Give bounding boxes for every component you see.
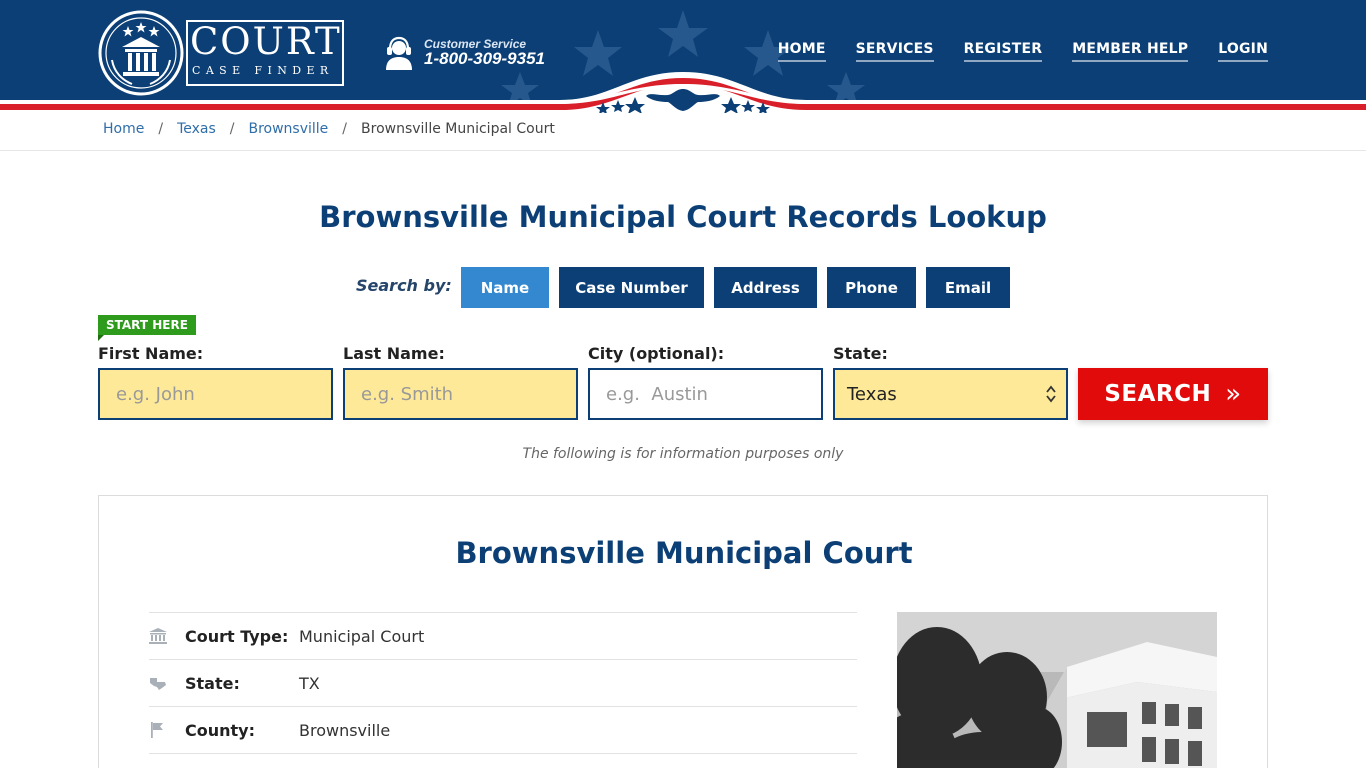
headset-icon (386, 36, 412, 70)
double-chevron-right-icon: » (1225, 379, 1242, 409)
tab-address[interactable]: Address (714, 267, 817, 308)
county-value: Brownsville (299, 720, 391, 740)
customer-service-phone[interactable]: 1-800-309-9351 (424, 49, 545, 69)
courthouse-icon (149, 628, 167, 644)
court-type-value: Municipal Court (299, 626, 425, 646)
court-building-photo (897, 612, 1217, 768)
court-details: Court Type: Municipal Court State: TX Co… (149, 612, 857, 754)
main-nav: HOME SERVICES REGISTER MEMBER HELP LOGIN (777, 41, 1268, 62)
nav-login[interactable]: LOGIN (1218, 41, 1268, 62)
last-name-input[interactable] (343, 368, 578, 420)
tab-case-number[interactable]: Case Number (559, 267, 704, 308)
city-input[interactable] (588, 368, 823, 420)
breadcrumb: Home / Texas / Brownsville / Brownsville… (103, 121, 555, 137)
search-by-label: Search by: (356, 276, 452, 295)
site-logo[interactable]: COURT CASE FINDER (98, 10, 348, 96)
breadcrumb-divider (0, 150, 1366, 151)
state-label: State: (185, 673, 240, 693)
city-label: City (optional): (588, 344, 725, 363)
breadcrumb-home[interactable]: Home (103, 121, 144, 137)
state-select[interactable]: Texas (833, 368, 1068, 420)
nav-services[interactable]: SERVICES (855, 41, 934, 62)
state-select-value: Texas (847, 383, 897, 405)
breadcrumb-separator: / (158, 121, 164, 137)
tab-email[interactable]: Email (926, 267, 1010, 308)
info-disclaimer: The following is for information purpose… (522, 446, 844, 462)
breadcrumb-state[interactable]: Texas (177, 121, 216, 137)
state-map-icon (150, 678, 166, 690)
first-name-input[interactable] (98, 368, 333, 420)
search-button[interactable]: SEARCH » (1078, 368, 1268, 420)
start-here-badge: START HERE (98, 315, 196, 341)
flag-icon (151, 722, 163, 738)
tab-phone[interactable]: Phone (827, 267, 916, 308)
court-title: Brownsville Municipal Court (455, 536, 913, 570)
nav-member-help[interactable]: MEMBER HELP (1072, 41, 1189, 62)
court-info-card: Brownsville Municipal Court Court Type: … (98, 495, 1268, 768)
nav-register[interactable]: REGISTER (963, 41, 1043, 62)
search-button-label: SEARCH (1104, 381, 1212, 407)
state-label: State: (833, 344, 888, 363)
info-divider (149, 753, 857, 754)
logo-tagline: CASE FINDER (192, 64, 334, 77)
tab-name[interactable]: Name (461, 267, 549, 308)
breadcrumb-current: Brownsville Municipal Court (361, 121, 555, 137)
first-name-label: First Name: (98, 344, 204, 363)
last-name-label: Last Name: (343, 344, 445, 363)
nav-home[interactable]: HOME (777, 41, 826, 62)
court-building-image (897, 612, 1217, 768)
court-type-label: Court Type: (185, 626, 289, 646)
breadcrumb-separator: / (229, 121, 235, 137)
court-type-row: Court Type: Municipal Court (149, 612, 857, 659)
logo-wordmark: COURT (190, 20, 342, 63)
breadcrumb-separator: / (342, 121, 348, 137)
courthouse-seal-icon (98, 10, 184, 96)
select-arrows-icon (1046, 385, 1056, 403)
state-value: TX (299, 673, 320, 693)
page-title: Brownsville Municipal Court Records Look… (319, 200, 1047, 234)
county-label: County: (185, 720, 255, 740)
county-row: County: Brownsville (149, 706, 857, 753)
breadcrumb-city[interactable]: Brownsville (248, 121, 328, 137)
site-header: COURT CASE FINDER Customer Service 1-800… (0, 0, 1366, 113)
state-row: State: TX (149, 659, 857, 706)
